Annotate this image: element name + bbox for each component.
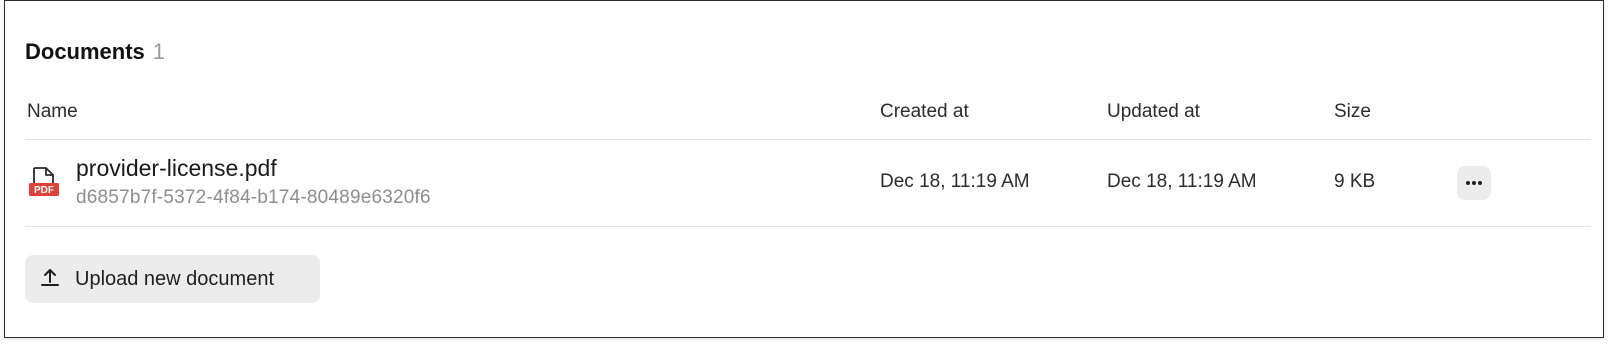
section-title: Documents [25,39,145,64]
file-id: d6857b7f-5372-4f84-b174-80489e6320f6 [76,187,431,208]
file-name-link[interactable]: provider-license.pdf [76,155,277,182]
documents-count: 1 [152,39,166,64]
updated-at-value: Dec 18, 11:19 AM [1107,171,1257,192]
column-header-size[interactable]: Size [1334,101,1371,123]
pdf-badge-label: PDF [34,185,54,196]
row-actions-button[interactable] [1457,166,1491,200]
table-row[interactable]: PDF provider-license.pdf d6857b7f-5372-4… [25,140,1591,227]
column-header-created-at[interactable]: Created at [880,101,969,123]
column-header-name[interactable]: Name [27,101,78,123]
created-at-value: Dec 18, 11:19 AM [880,171,1030,192]
column-header-updated-at[interactable]: Updated at [1107,101,1200,123]
upload-new-document-button[interactable]: Upload new document [25,255,320,303]
table-header: Name Created at Updated at Size [25,95,1591,140]
more-horizontal-icon [1465,180,1483,186]
upload-button-label: Upload new document [75,267,275,290]
size-value: 9 KB [1334,171,1376,192]
documents-card: Documents 1 Name Created at Updated at S… [25,1,1591,337]
section-header: Documents 1 [25,39,165,65]
upload-icon [39,266,61,293]
documents-panel: Documents 1 Name Created at Updated at S… [4,0,1604,338]
pdf-file-icon: PDF [28,166,60,202]
